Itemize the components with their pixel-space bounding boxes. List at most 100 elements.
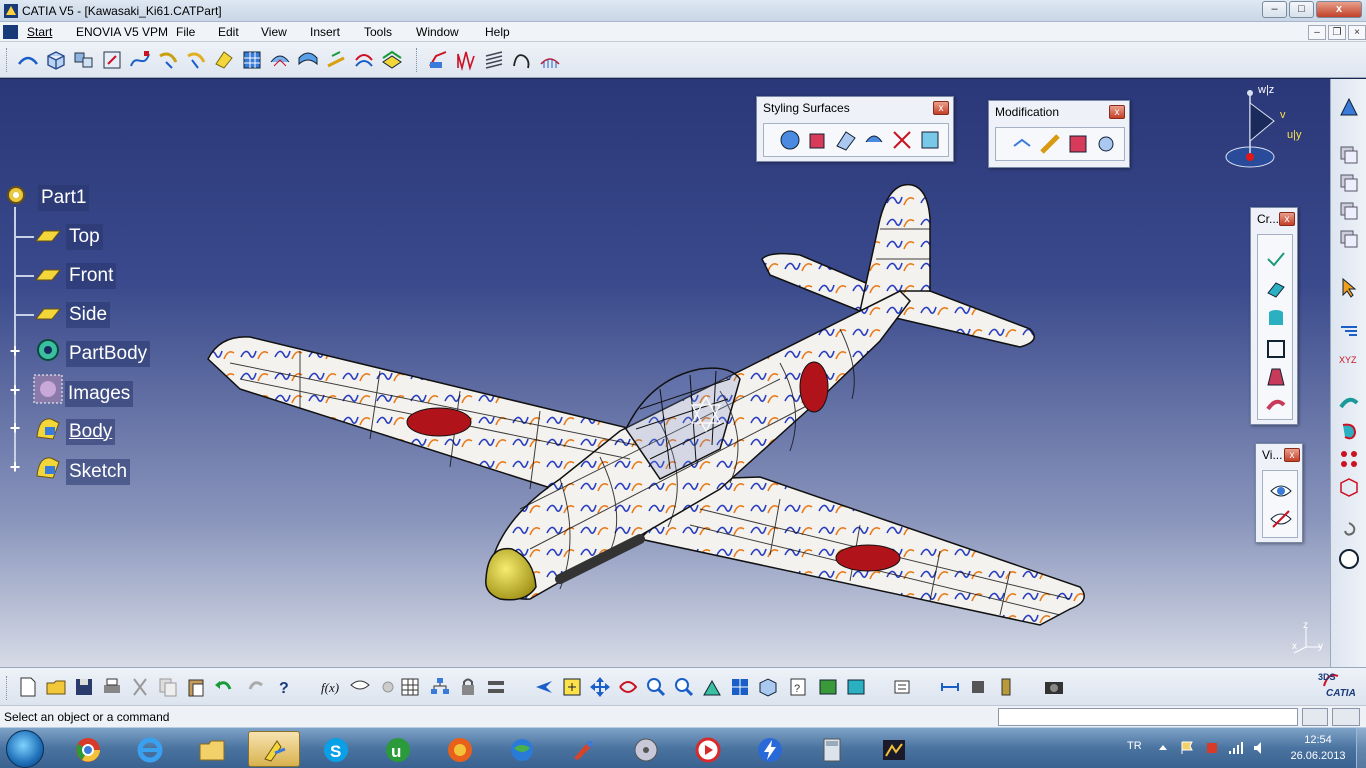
images-icon[interactable]: [32, 373, 64, 405]
network-signal-icon[interactable]: [1228, 740, 1244, 756]
inertia-icon[interactable]: [994, 675, 1018, 699]
volume-icon[interactable]: [1252, 740, 1268, 756]
ruled-surface-icon[interactable]: [834, 128, 858, 152]
taskbar-catia[interactable]: [248, 731, 300, 767]
tree-expand-images[interactable]: +: [8, 381, 22, 399]
tree-item-body[interactable]: Body: [66, 419, 116, 445]
menu-view[interactable]: View: [261, 25, 287, 39]
stack-icon[interactable]: [1337, 171, 1361, 195]
fill-icon[interactable]: [806, 128, 830, 152]
shading-icon[interactable]: [1337, 391, 1361, 415]
clock-time[interactable]: 12:54: [1292, 734, 1344, 746]
tree-item-top[interactable]: Top: [66, 224, 103, 250]
taskbar-skype[interactable]: S: [310, 731, 362, 767]
tree-expand-partbody[interactable]: +: [8, 342, 22, 360]
tree-item-sketch[interactable]: Sketch: [66, 459, 131, 485]
table-icon[interactable]: [398, 675, 422, 699]
body-icon[interactable]: [33, 413, 63, 443]
net-surface-icon[interactable]: [268, 48, 292, 72]
swirl-icon[interactable]: [1337, 519, 1361, 543]
shape-surface-icon[interactable]: [918, 128, 942, 152]
multi-cube-icon[interactable]: [72, 48, 96, 72]
extrude-icon[interactable]: [324, 48, 348, 72]
cube-red-icon[interactable]: [1337, 475, 1361, 499]
tree-expand-sketch[interactable]: +: [8, 458, 22, 476]
sketch-icon[interactable]: [33, 452, 63, 482]
zoom-out-icon[interactable]: [672, 675, 696, 699]
close-button[interactable]: x: [1316, 1, 1362, 18]
knowledge-icon[interactable]: [348, 675, 372, 699]
toolbar-grip-bottom[interactable]: [6, 676, 9, 700]
part-icon[interactable]: [4, 183, 28, 207]
publish-icon[interactable]: [890, 675, 914, 699]
hierarchy-icon[interactable]: [428, 675, 452, 699]
workbench-icon[interactable]: [1337, 95, 1361, 119]
styling-surfaces-close-button[interactable]: x: [933, 101, 949, 115]
dots-icon[interactable]: [1337, 447, 1361, 471]
xyz-icon[interactable]: XYZ: [1337, 347, 1361, 371]
measure-icon[interactable]: [484, 675, 508, 699]
cut-icon[interactable]: [128, 675, 152, 699]
start-menu-icon[interactable]: [3, 25, 18, 39]
loft-icon[interactable]: [1264, 365, 1288, 389]
tree-expand-body[interactable]: +: [8, 419, 22, 437]
spline-icon[interactable]: [184, 48, 208, 72]
layers-icon[interactable]: [380, 48, 404, 72]
rectangle-icon[interactable]: [1264, 337, 1288, 361]
toolbar-grip[interactable]: [6, 48, 9, 72]
select-arrow-icon[interactable]: [1337, 275, 1361, 299]
doc-minimize-button[interactable]: –: [1308, 25, 1326, 40]
zoom-in-icon[interactable]: [644, 675, 668, 699]
save-icon[interactable]: [72, 675, 96, 699]
measure-item-icon[interactable]: [966, 675, 990, 699]
knowledgeware-icon[interactable]: [376, 675, 400, 699]
command-clear-button[interactable]: [1332, 708, 1360, 726]
menu-edit[interactable]: Edit: [218, 25, 239, 39]
windows-start-button[interactable]: [6, 730, 44, 768]
tree-icon[interactable]: [1337, 227, 1361, 251]
plane-create-icon[interactable]: [1264, 277, 1288, 301]
lock-icon[interactable]: [456, 675, 480, 699]
curvature-icon[interactable]: [454, 48, 478, 72]
plane-icon[interactable]: [34, 227, 62, 245]
capture-camera-icon[interactable]: [1042, 675, 1066, 699]
surface-yellow-icon[interactable]: [212, 48, 236, 72]
airplane-model[interactable]: [0, 79, 1330, 667]
language-indicator[interactable]: TR: [1127, 740, 1142, 752]
creation-close-button[interactable]: x: [1279, 212, 1295, 226]
iso-view-icon[interactable]: [756, 675, 780, 699]
extrapolate-icon[interactable]: [1066, 132, 1090, 156]
copy-geometry-icon[interactable]: [1337, 143, 1361, 167]
blend-icon[interactable]: [296, 48, 320, 72]
tray-expand-icon[interactable]: [1158, 743, 1168, 751]
sketch-curve-icon[interactable]: [16, 48, 40, 72]
whats-this-icon[interactable]: ?: [274, 675, 298, 699]
view-close-button[interactable]: x: [1284, 448, 1300, 462]
point-icon[interactable]: [1264, 247, 1288, 271]
cylinder-icon[interactable]: [1264, 307, 1288, 331]
curve-edit-icon[interactable]: [128, 48, 152, 72]
analysis-icon[interactable]: [426, 48, 450, 72]
taskbar-thunder[interactable]: [744, 731, 796, 767]
print-icon[interactable]: [100, 675, 124, 699]
tree-item-partbody[interactable]: PartBody: [66, 341, 151, 367]
view-mode-icon[interactable]: ?: [786, 675, 810, 699]
hide-icon[interactable]: [1269, 507, 1293, 531]
action-center-icon[interactable]: [1180, 740, 1196, 756]
body-icon-right[interactable]: [1337, 199, 1361, 223]
taskbar-paint[interactable]: [558, 731, 610, 767]
filter-icon[interactable]: [1337, 319, 1361, 343]
fit-all-icon[interactable]: [560, 675, 584, 699]
measure-between-icon[interactable]: [938, 675, 962, 699]
clock-date[interactable]: 26.06.2013: [1286, 750, 1350, 762]
formula-icon[interactable]: f(x): [320, 675, 344, 699]
pan-icon[interactable]: [588, 675, 612, 699]
maximize-button[interactable]: □: [1289, 1, 1314, 18]
redo-icon[interactable]: [244, 675, 268, 699]
hand-icon[interactable]: [1337, 547, 1361, 571]
copy-icon[interactable]: [156, 675, 180, 699]
menu-insert[interactable]: Insert: [310, 25, 340, 39]
taskbar-network[interactable]: [496, 731, 548, 767]
doc-close-button[interactable]: ×: [1348, 25, 1366, 40]
taskbar-media-player[interactable]: [682, 731, 734, 767]
